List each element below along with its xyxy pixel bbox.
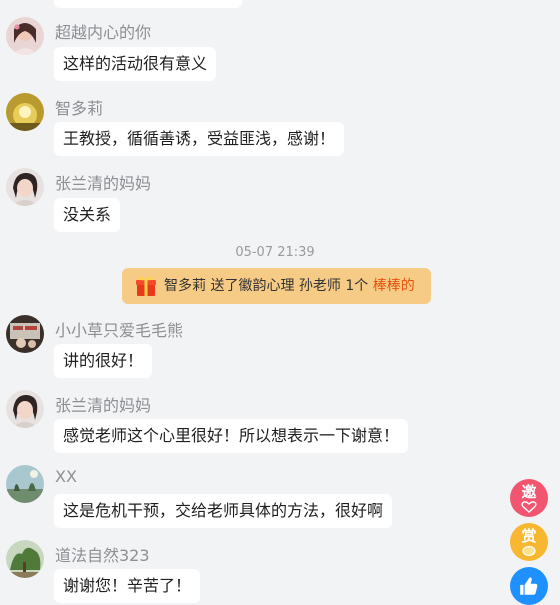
gift-item-name: 棒棒的 — [372, 278, 415, 294]
reward-button[interactable]: 赏 — [510, 523, 548, 561]
avatar[interactable] — [6, 390, 44, 428]
message-bubble[interactable]: 这是危机干预，交给老师具体的方法，很好啊 — [54, 494, 393, 528]
avatar[interactable] — [6, 465, 44, 503]
previous-message-bubble — [54, 0, 242, 8]
message-bubble[interactable]: 谢谢您！辛苦了！ — [54, 569, 201, 603]
sender-name: 小小草只爱毛毛熊 — [55, 321, 184, 340]
avatar[interactable] — [6, 168, 44, 206]
sender-name: 超越内心的你 — [55, 23, 152, 42]
message-bubble[interactable]: 感觉老师这个心里很好！所以想表示一下谢意！ — [54, 419, 409, 453]
message-bubble[interactable]: 没关系 — [54, 198, 121, 232]
coin-icon — [522, 545, 536, 557]
gift-notification: 智多莉 送了徽韵心理 孙老师 1个 棒棒的 — [122, 268, 431, 304]
invite-button[interactable]: 邀 — [510, 479, 548, 517]
message-bubble[interactable]: 讲的很好！ — [54, 344, 153, 378]
like-button[interactable] — [510, 567, 548, 605]
thumbs-up-icon — [520, 577, 538, 595]
timestamp: 05-07 21:39 — [235, 245, 315, 260]
avatar[interactable] — [6, 315, 44, 353]
avatar[interactable] — [6, 93, 44, 131]
invite-label: 邀 — [521, 483, 537, 501]
message-bubble[interactable]: 王教授，循循善诱，受益匪浅，感谢！ — [54, 122, 345, 156]
sender-name: 张兰清的妈妈 — [55, 396, 152, 415]
sender-name: 张兰清的妈妈 — [55, 174, 152, 193]
message-bubble[interactable]: 这样的活动很有意义 — [54, 47, 217, 81]
sender-name: XX — [55, 467, 77, 486]
sender-name: 道法自然323 — [55, 546, 150, 565]
heart-icon — [521, 501, 537, 513]
gift-message: 智多莉 送了徽韵心理 孙老师 1个 — [164, 278, 373, 294]
reward-label: 赏 — [521, 527, 537, 545]
gift-box-icon — [134, 274, 158, 298]
sender-name: 智多莉 — [55, 99, 104, 118]
avatar[interactable] — [6, 540, 44, 578]
avatar[interactable] — [6, 17, 44, 55]
